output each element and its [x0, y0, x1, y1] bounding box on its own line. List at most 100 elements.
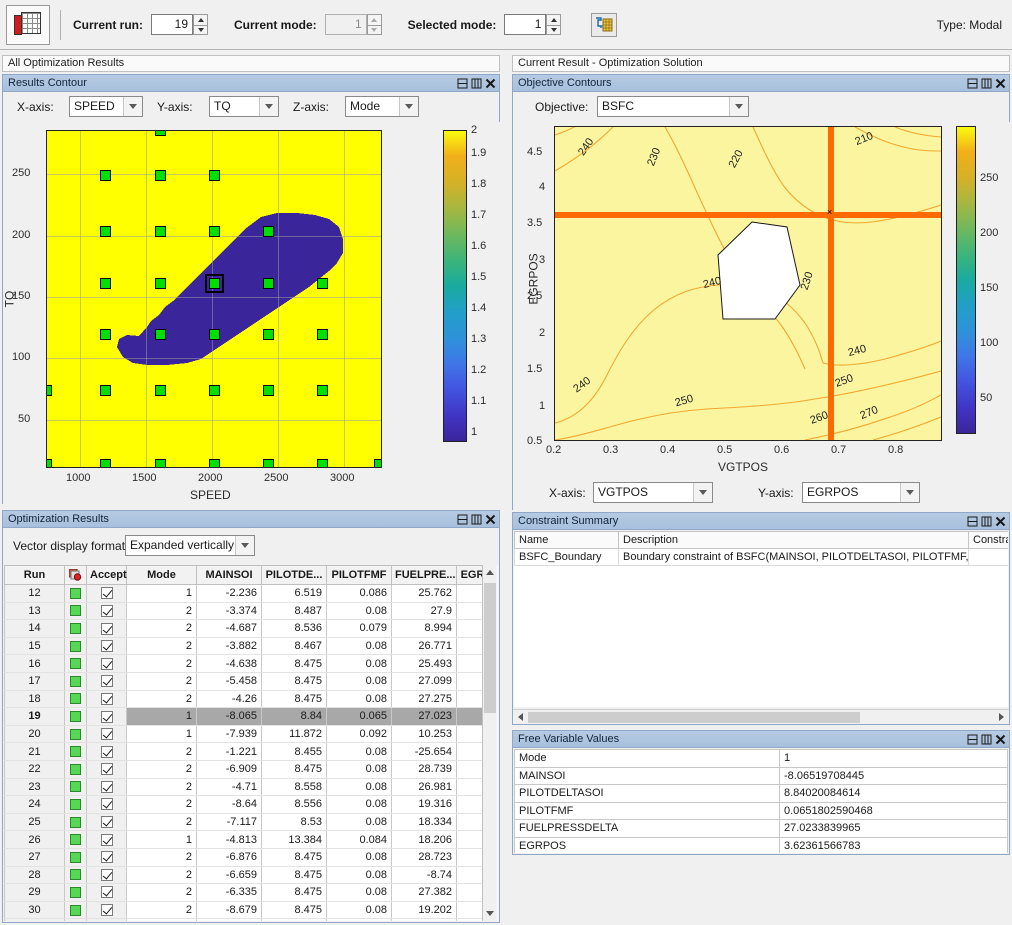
close-icon[interactable]	[994, 733, 1007, 746]
close-icon[interactable]	[994, 77, 1007, 90]
objective-x-axis-select[interactable]: VGTPOS	[593, 482, 713, 503]
objective-contours-plot[interactable]: 240 230 220 210 240 230 240 240 250 250 …	[513, 122, 1010, 510]
run-marker[interactable]	[263, 329, 274, 340]
undock-icon[interactable]	[470, 77, 483, 90]
accept-checkbox[interactable]	[101, 658, 113, 670]
current-run-decrement[interactable]	[193, 25, 208, 36]
table-row[interactable]: MAINSOI-8.06519708445	[515, 767, 1008, 785]
table-row[interactable]: 191-8.0658.840.06527.023	[5, 708, 489, 726]
results-y-axis-select[interactable]: TQ	[209, 96, 279, 117]
accept-checkbox[interactable]	[101, 675, 113, 687]
selected-mode-spinner[interactable]: 1	[504, 14, 561, 35]
table-row[interactable]: 182-4.268.4750.0827.275	[5, 690, 489, 708]
chevron-down-icon[interactable]	[259, 97, 278, 116]
table-row[interactable]: 312-5.8718.4750.0825.993	[5, 919, 489, 921]
chevron-down-icon[interactable]	[399, 97, 418, 116]
accept-checkbox[interactable]	[101, 587, 113, 599]
run-marker[interactable]	[155, 459, 166, 468]
table-row[interactable]: EGRPOS3.62361566783	[515, 837, 1008, 853]
results-x-axis-select[interactable]: SPEED	[69, 96, 143, 117]
accept-checkbox[interactable]	[101, 728, 113, 740]
undock-icon[interactable]	[980, 77, 993, 90]
cell-accept[interactable]	[87, 585, 127, 603]
cell-accept[interactable]	[87, 620, 127, 638]
close-icon[interactable]	[484, 513, 497, 526]
accept-checkbox[interactable]	[101, 798, 113, 810]
run-marker[interactable]	[317, 329, 328, 340]
cell-accept[interactable]	[87, 866, 127, 884]
run-marker[interactable]	[263, 226, 274, 237]
run-marker[interactable]	[100, 385, 111, 396]
run-marker[interactable]	[100, 459, 111, 468]
table-row[interactable]: 282-6.6598.4750.08-8.74	[5, 866, 489, 884]
table-row[interactable]: 232-4.718.5580.0826.981	[5, 778, 489, 796]
scroll-thumb[interactable]	[484, 583, 496, 713]
results-vertical-scrollbar[interactable]	[482, 565, 497, 921]
cell-accept[interactable]	[87, 725, 127, 743]
selected-mode-input[interactable]: 1	[504, 14, 546, 35]
run-marker[interactable]	[155, 385, 166, 396]
col-pilotfmf[interactable]: PILOTFMF	[327, 566, 392, 585]
cell-accept[interactable]	[87, 655, 127, 673]
table-row[interactable]: 121-2.2366.5190.08625.762	[5, 585, 489, 603]
accept-checkbox[interactable]	[101, 711, 113, 723]
chevron-down-icon[interactable]	[123, 97, 142, 116]
run-marker[interactable]	[209, 226, 220, 237]
accept-checkbox[interactable]	[101, 746, 113, 758]
cell-accept[interactable]	[87, 884, 127, 902]
results-z-axis-select[interactable]: Mode	[345, 96, 419, 117]
run-marker[interactable]	[374, 459, 382, 468]
table-row[interactable]: 142-4.6878.5360.0798.994	[5, 620, 489, 638]
chevron-down-icon[interactable]	[900, 483, 919, 502]
col-constraint[interactable]: Constrai	[969, 532, 1009, 549]
run-marker[interactable]	[46, 385, 52, 396]
cell-accept[interactable]	[87, 796, 127, 814]
run-marker[interactable]	[100, 170, 111, 181]
cell-accept[interactable]	[87, 637, 127, 655]
scroll-down-button[interactable]	[483, 906, 497, 921]
run-marker-selected[interactable]	[209, 278, 220, 289]
export-to-table-icon[interactable]	[591, 13, 617, 37]
cell-accept[interactable]	[87, 848, 127, 866]
table-row[interactable]: 162-4.6388.4750.0825.493	[5, 655, 489, 673]
cell-accept[interactable]	[87, 708, 127, 726]
accept-checkbox[interactable]	[101, 886, 113, 898]
cell-accept[interactable]	[87, 760, 127, 778]
constraint-horizontal-scrollbar[interactable]	[513, 709, 1009, 724]
cell-accept[interactable]	[87, 919, 127, 921]
free-variable-table-wrapper[interactable]: Mode1MAINSOI-8.06519708445PILOTDELTASOI8…	[514, 749, 1008, 853]
minimize-icon[interactable]	[966, 77, 979, 90]
table-row[interactable]: 252-7.1178.530.0818.334	[5, 813, 489, 831]
run-marker[interactable]	[209, 459, 220, 468]
close-icon[interactable]	[994, 515, 1007, 528]
run-marker[interactable]	[263, 459, 274, 468]
scroll-up-button[interactable]	[483, 565, 497, 580]
col-description[interactable]: Description	[619, 532, 969, 549]
run-marker[interactable]	[317, 278, 328, 289]
undock-icon[interactable]	[980, 515, 993, 528]
run-marker[interactable]	[155, 130, 166, 136]
table-row[interactable]: 172-5.4588.4750.0827.099	[5, 672, 489, 690]
objective-y-axis-select[interactable]: EGRPOS	[802, 482, 920, 503]
run-marker[interactable]	[155, 329, 166, 340]
col-accept[interactable]: Accept	[87, 566, 127, 585]
table-row[interactable]: 272-6.8768.4750.0828.723	[5, 848, 489, 866]
accept-checkbox[interactable]	[101, 834, 113, 846]
chevron-down-icon[interactable]	[235, 536, 254, 555]
table-row[interactable]: BSFC_BoundaryBoundary constraint of BSFC…	[515, 549, 1009, 566]
table-row[interactable]: 212-1.2218.4550.08-25.654	[5, 743, 489, 761]
run-marker[interactable]	[317, 459, 328, 468]
run-marker[interactable]	[209, 385, 220, 396]
undock-icon[interactable]	[470, 513, 483, 526]
minimize-icon[interactable]	[456, 77, 469, 90]
run-marker[interactable]	[100, 278, 111, 289]
col-status-icon[interactable]	[65, 566, 87, 585]
undock-icon[interactable]	[980, 733, 993, 746]
table-row[interactable]: 201-7.93911.8720.09210.253	[5, 725, 489, 743]
cell-accept[interactable]	[87, 778, 127, 796]
run-marker[interactable]	[100, 329, 111, 340]
table-row[interactable]: 132-3.3748.4870.0827.9	[5, 602, 489, 620]
col-pilotdeltasoi[interactable]: PILOTDE...	[262, 566, 327, 585]
accept-checkbox[interactable]	[101, 640, 113, 652]
accept-checkbox[interactable]	[101, 851, 113, 863]
